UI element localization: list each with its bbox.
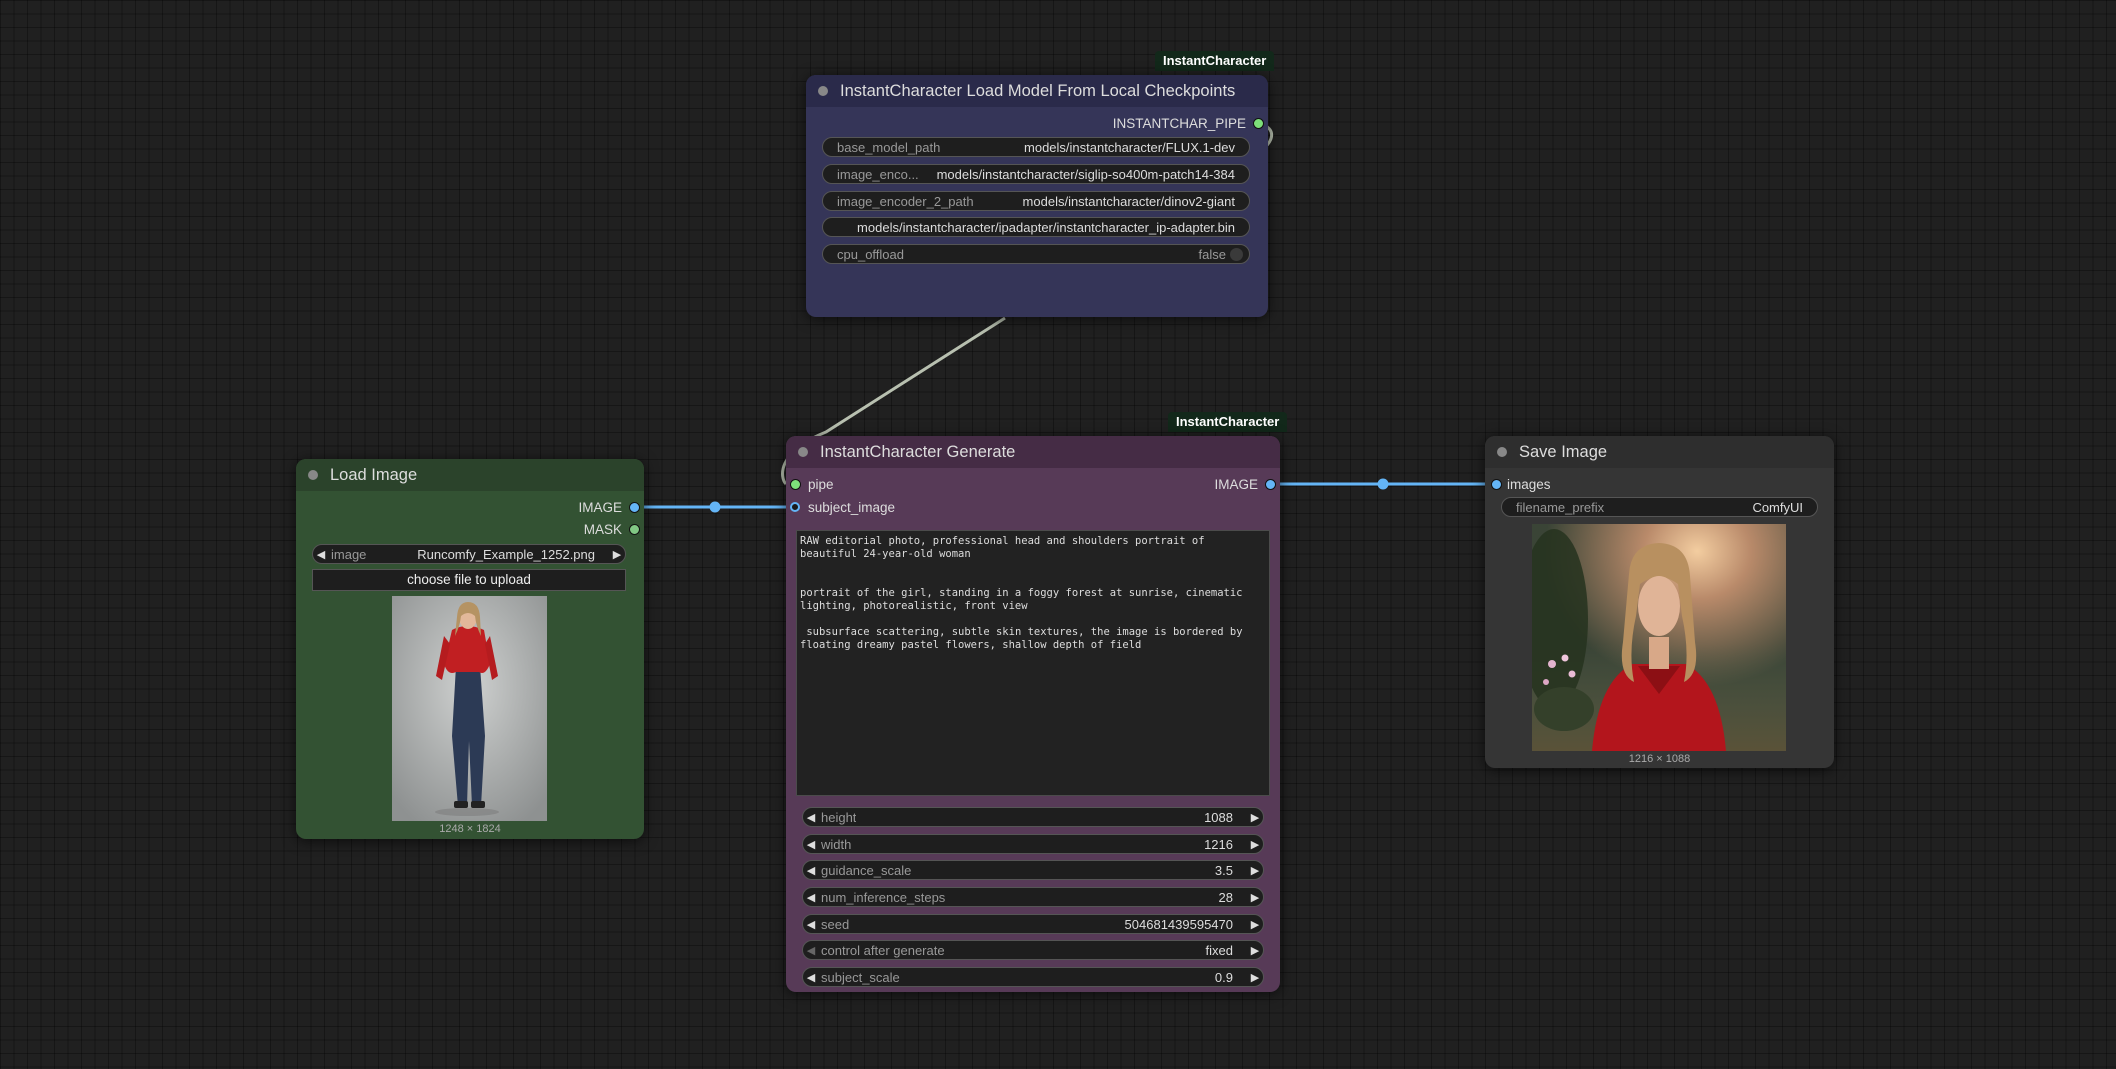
seed-widget[interactable]: ◀ seed 504681439595470 ▶	[802, 914, 1264, 934]
widget-label: image_encoder_2_path	[837, 193, 974, 209]
output-label-image: IMAGE	[1214, 477, 1258, 492]
arrow-left-icon[interactable]: ◀	[803, 891, 819, 904]
widget-value: false	[1198, 246, 1226, 262]
ip-adapter-path-widget[interactable]: models/instantcharacter/ipadapter/instan…	[822, 217, 1250, 237]
widget-value: 1216	[1204, 836, 1233, 852]
widget-value: fixed	[1205, 942, 1233, 958]
widget-value: 28	[1218, 889, 1233, 905]
widget-label: image	[331, 546, 367, 562]
subject-scale-widget[interactable]: ◀ subject_scale 0.9 ▶	[802, 967, 1264, 987]
image-encoder-path-widget[interactable]: image_enco... models/instantcharacter/si…	[822, 164, 1250, 184]
widget-value: Runcomfy_Example_1252.png	[417, 546, 595, 562]
widget-label: cpu_offload	[837, 246, 904, 262]
input-label-subject-image: subject_image	[808, 500, 896, 515]
widget-label: height	[821, 809, 857, 825]
node-title: Load Image	[330, 466, 418, 484]
arrow-right-icon[interactable]: ▶	[1247, 971, 1263, 984]
input-port-subject-image[interactable]	[790, 502, 800, 512]
arrow-left-icon[interactable]: ◀	[313, 548, 329, 561]
node-title-bar[interactable]: InstantCharacter Load Model From Local C…	[806, 75, 1268, 107]
prompt-textarea[interactable]: RAW editorial photo, professional head a…	[796, 530, 1270, 796]
link-midpoint[interactable]	[709, 501, 721, 513]
generate-node[interactable]: InstantCharacter Generate pipe subject_i…	[786, 436, 1280, 992]
output-label-mask: MASK	[583, 522, 622, 537]
arrow-right-icon[interactable]: ▶	[609, 548, 625, 561]
arrow-left-icon[interactable]: ◀	[803, 811, 819, 824]
widget-label: guidance_scale	[821, 862, 912, 878]
arrow-right-icon[interactable]: ▶	[1247, 811, 1263, 824]
collapse-dot-icon[interactable]	[1497, 447, 1507, 457]
control-after-generate-widget[interactable]: ◀ control after generate fixed ▶	[802, 940, 1264, 960]
node-badge: InstantCharacter	[1155, 51, 1275, 71]
output-port-instantchar-pipe[interactable]	[1253, 118, 1264, 129]
widget-label: control after generate	[821, 942, 945, 958]
base-model-path-widget[interactable]: base_model_path models/instantcharacter/…	[822, 137, 1250, 157]
arrow-right-icon[interactable]: ▶	[1247, 944, 1263, 957]
widget-value: models/instantcharacter/FLUX.1-dev	[1024, 139, 1235, 155]
node-title: Save Image	[1519, 443, 1608, 461]
output-port-mask[interactable]	[629, 524, 640, 535]
node-title-bar[interactable]: InstantCharacter Generate	[786, 436, 1280, 468]
image-preview	[392, 596, 547, 821]
widget-value: 504681439595470	[1124, 916, 1233, 932]
widget-value: models/instantcharacter/ipadapter/instan…	[857, 219, 1235, 235]
output-image-preview	[1532, 524, 1786, 751]
widget-value: models/instantcharacter/dinov2-giant	[1022, 193, 1235, 209]
image-encoder-2-path-widget[interactable]: image_encoder_2_path models/instantchara…	[822, 191, 1250, 211]
output-image-dimensions: 1216 × 1088	[1628, 753, 1691, 765]
collapse-dot-icon[interactable]	[308, 470, 318, 480]
collapse-dot-icon[interactable]	[818, 86, 828, 96]
output-port-image[interactable]	[1265, 479, 1276, 490]
node-badge: InstantCharacter	[1168, 412, 1288, 432]
widget-label: seed	[821, 916, 850, 932]
node-title-bar[interactable]: Save Image	[1485, 436, 1834, 468]
widget-label: width	[821, 836, 852, 852]
model-loader-node[interactable]: InstantCharacter Load Model From Local C…	[806, 75, 1268, 317]
widget-label: base_model_path	[837, 139, 941, 155]
input-port-pipe[interactable]	[790, 479, 801, 490]
image-dimensions: 1248 × 1824	[439, 823, 501, 835]
input-port-images[interactable]	[1491, 479, 1502, 490]
output-port-image[interactable]	[629, 502, 640, 513]
widget-value: models/instantcharacter/siglip-so400m-pa…	[936, 166, 1235, 182]
widget-value: ComfyUI	[1752, 499, 1803, 515]
node-title-bar[interactable]: Load Image	[296, 459, 644, 491]
input-label-pipe: pipe	[808, 477, 834, 492]
widget-label: subject_scale	[821, 969, 900, 985]
node-title: InstantCharacter Load Model From Local C…	[840, 82, 1236, 100]
num-inference-steps-widget[interactable]: ◀ num_inference_steps 28 ▶	[802, 887, 1264, 907]
widget-label: image_enco...	[837, 166, 919, 182]
guidance-scale-widget[interactable]: ◀ guidance_scale 3.5 ▶	[802, 860, 1264, 880]
toggle-knob-icon	[1230, 247, 1243, 261]
arrow-left-icon[interactable]: ◀	[803, 918, 819, 931]
load-image-node[interactable]: Load Image IMAGE MASK ◀ image Runcomfy_E…	[296, 459, 644, 839]
height-widget[interactable]: ◀ height 1088 ▶	[802, 807, 1264, 827]
arrow-left-icon[interactable]: ◀	[803, 838, 819, 851]
output-label-instantchar-pipe: INSTANTCHAR_PIPE	[1112, 116, 1246, 131]
arrow-right-icon[interactable]: ▶	[1247, 918, 1263, 931]
collapse-dot-icon[interactable]	[798, 447, 808, 457]
arrow-left-icon[interactable]: ◀	[803, 864, 819, 877]
widget-label: filename_prefix	[1516, 499, 1605, 515]
filename-prefix-widget[interactable]: filename_prefix ComfyUI	[1501, 497, 1818, 517]
node-title: InstantCharacter Generate	[820, 443, 1016, 461]
widget-value: 3.5	[1214, 862, 1233, 878]
arrow-right-icon[interactable]: ▶	[1247, 864, 1263, 877]
widget-value: 0.9	[1214, 969, 1233, 985]
image-file-combo[interactable]: ◀ image Runcomfy_Example_1252.png ▶	[312, 544, 626, 564]
output-label-image: IMAGE	[578, 500, 622, 515]
cpu-offload-toggle[interactable]: cpu_offload false	[822, 244, 1250, 264]
arrow-right-icon[interactable]: ▶	[1247, 891, 1263, 904]
choose-file-button[interactable]: choose file to upload	[312, 569, 626, 591]
save-image-node[interactable]: Save Image images filename_prefix ComfyU…	[1485, 436, 1834, 768]
arrow-left-icon[interactable]: ◀	[803, 944, 819, 957]
link-midpoint[interactable]	[1377, 478, 1389, 490]
arrow-right-icon[interactable]: ▶	[1247, 838, 1263, 851]
arrow-left-icon[interactable]: ◀	[803, 971, 819, 984]
width-widget[interactable]: ◀ width 1216 ▶	[802, 834, 1264, 854]
widget-value: 1088	[1204, 809, 1233, 825]
widget-label: num_inference_steps	[821, 889, 946, 905]
input-label-images: images	[1507, 477, 1551, 492]
